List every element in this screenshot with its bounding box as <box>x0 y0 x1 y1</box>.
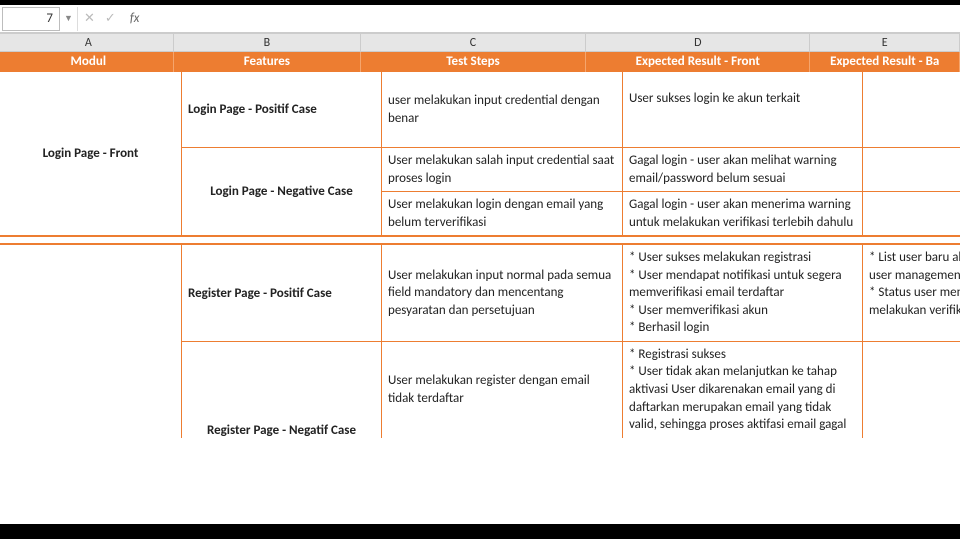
cell-test-step[interactable]: User melakukan input normal pada semua f… <box>382 245 623 341</box>
formula-input[interactable] <box>145 8 960 30</box>
table-row: User melakukan register dengan email tid… <box>382 342 960 438</box>
cell-expected-front[interactable]: User sukses login ke akun terkait <box>623 72 863 147</box>
cancel-icon[interactable]: ✕ <box>84 11 95 26</box>
col-header-E[interactable]: E <box>810 34 960 51</box>
header-modul[interactable]: Modul <box>4 52 174 72</box>
cell-test-step[interactable]: User melakukan login dengan email yang b… <box>382 192 623 235</box>
cell-expected-back[interactable] <box>863 342 960 438</box>
login-positive: Login Page - Positif Case user melakukan… <box>182 72 960 148</box>
feature-cell[interactable]: Register Page - Negatif Case <box>182 342 382 438</box>
feature-cell[interactable]: Login Page - Negative Case <box>182 148 382 235</box>
col-header-C[interactable]: C <box>361 34 586 51</box>
name-box[interactable]: 7 <box>2 7 60 31</box>
table-header-row: Modul Features Test Steps Expected Resul… <box>0 52 960 72</box>
modul-cell-register[interactable] <box>0 245 182 437</box>
name-box-dropdown-icon[interactable]: ▼ <box>60 7 78 31</box>
table-row: User melakukan input normal pada semua f… <box>382 245 960 341</box>
register-negative: Register Page - Negatif Case User melaku… <box>182 342 960 438</box>
cell-expected-back[interactable] <box>863 192 960 235</box>
column-headers: A B C D E <box>0 33 960 52</box>
col-header-B[interactable]: B <box>174 34 361 51</box>
login-negative: Login Page - Negative Case User melakuka… <box>182 148 960 235</box>
register-positive: Register Page - Positif Case User melaku… <box>182 245 960 342</box>
cell-expected-back[interactable] <box>863 72 960 147</box>
header-features[interactable]: Features <box>174 52 361 72</box>
fx-icon[interactable]: fx <box>126 11 140 26</box>
cell-expected-back[interactable]: * List user baru akan m user management … <box>863 245 960 341</box>
cell-expected-back[interactable] <box>863 148 960 191</box>
cell-test-step[interactable]: user melakukan input credential dengan b… <box>382 72 623 147</box>
feature-cell[interactable]: Login Page - Positif Case <box>182 72 382 147</box>
cell-test-step[interactable]: User melakukan salah input credential sa… <box>382 148 623 191</box>
cell-expected-front[interactable]: Gagal login - user akan menerima warning… <box>623 192 863 235</box>
table-row: User melakukan salah input credential sa… <box>382 148 960 192</box>
formula-bar: 7 ▼ ✕ ✓ fx <box>0 5 960 33</box>
sheet-grid: Modul Features Test Steps Expected Resul… <box>0 52 960 524</box>
modul-cell-login[interactable]: Login Page - Front <box>0 72 182 235</box>
confirm-icon[interactable]: ✓ <box>105 11 116 26</box>
table-row: User melakukan login dengan email yang b… <box>382 192 960 235</box>
cell-expected-front[interactable]: * User sukses melakukan registrasi * Use… <box>623 245 863 341</box>
header-expected-front[interactable]: Expected Result - Front <box>586 52 810 72</box>
header-expected-back[interactable]: Expected Result - Ba <box>810 52 960 72</box>
feature-cell[interactable]: Register Page - Positif Case <box>182 245 382 341</box>
col-header-A[interactable]: A <box>4 34 174 51</box>
section-register: Register Page - Positif Case User melaku… <box>0 243 960 437</box>
header-test-steps[interactable]: Test Steps <box>361 52 586 72</box>
cell-expected-front[interactable]: Gagal login - user akan melihat warning … <box>623 148 863 191</box>
section-login: Login Page - Front Login Page - Positif … <box>0 72 960 237</box>
cell-test-step[interactable]: User melakukan register dengan email tid… <box>382 342 623 438</box>
table-row: user melakukan input credential dengan b… <box>382 72 960 147</box>
col-header-D[interactable]: D <box>586 34 810 51</box>
cell-expected-front[interactable]: * Registrasi sukses * User tidak akan me… <box>623 342 863 438</box>
